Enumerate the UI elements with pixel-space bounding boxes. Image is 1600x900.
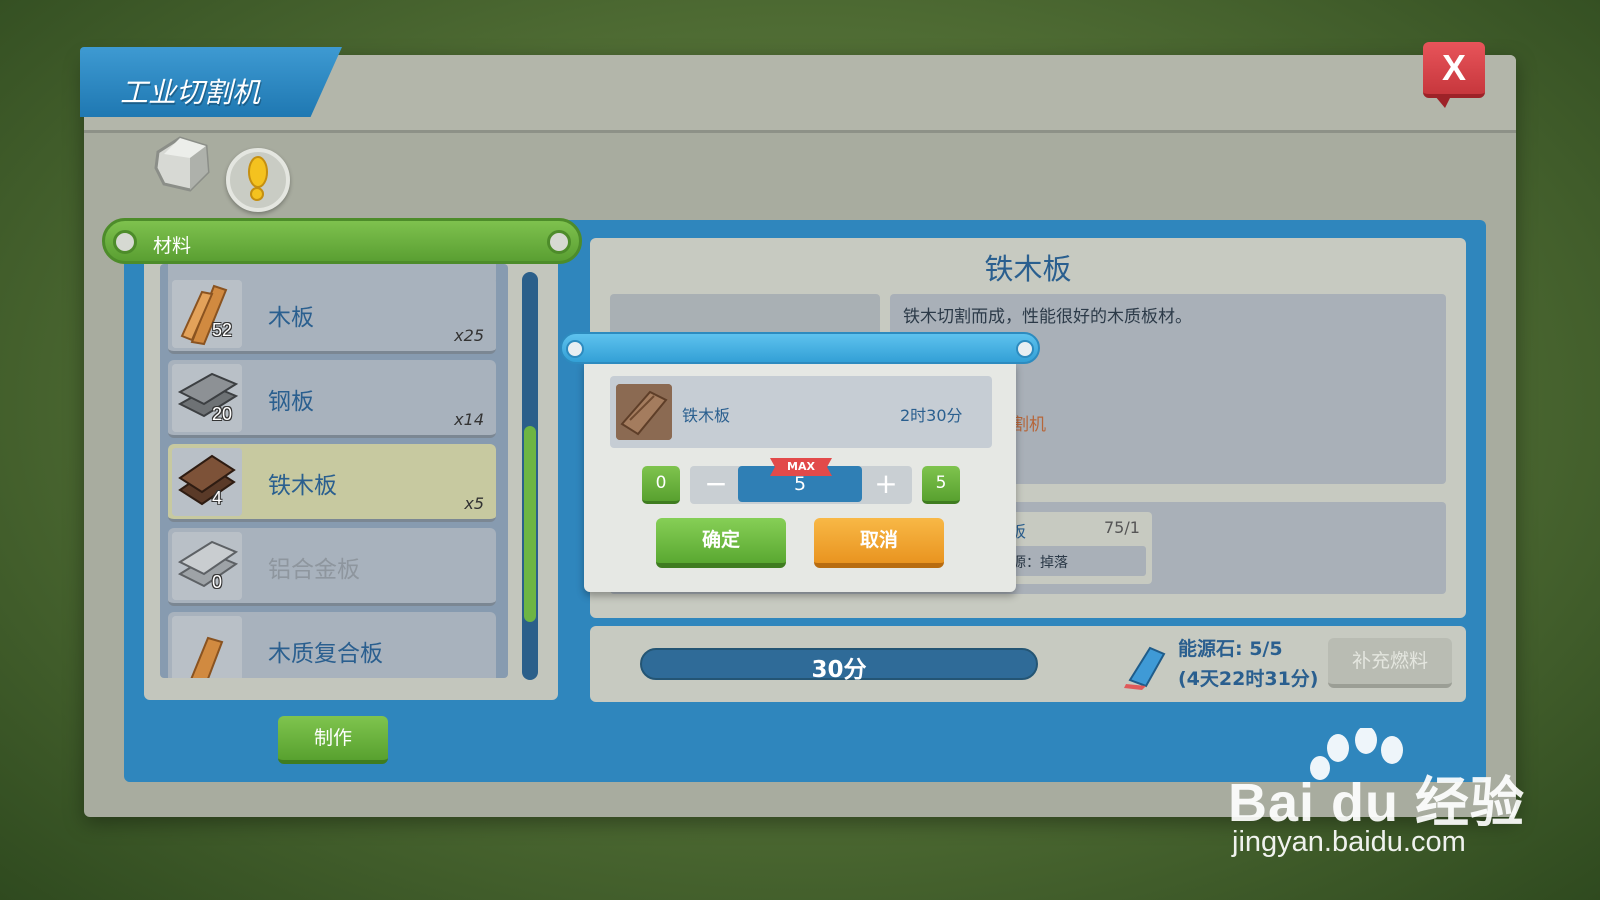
watermark-url: jingyan.baidu.com xyxy=(1232,826,1466,858)
progress-label: 30分 xyxy=(811,657,867,683)
material-name: 铝合金板 xyxy=(268,557,360,583)
requirement-count: 75/1 xyxy=(1104,518,1140,537)
material-name: 木质复合板 xyxy=(268,641,383,667)
materials-header: 材料 xyxy=(102,218,582,264)
item-title: 铁木板 xyxy=(984,252,1072,286)
ironwood-board-icon xyxy=(616,384,672,440)
stone-icon[interactable] xyxy=(150,132,214,196)
max-badge: MAX xyxy=(770,458,832,476)
dialog-header xyxy=(560,332,1040,364)
energy-status: 能源石: 5/5 (4天22时31分) xyxy=(1178,634,1318,694)
aluminum-plate-icon xyxy=(172,532,242,600)
header-dot-right xyxy=(547,230,571,254)
make-button[interactable]: 制作 xyxy=(278,716,388,764)
inventory-count: 20 xyxy=(212,404,233,424)
materials-list[interactable]: 52 木板 x25 20 钢板 x14 4 铁木板 x5 0 铝合金板 木质复合… xyxy=(160,264,508,678)
material-name: 木板 xyxy=(268,305,314,331)
inventory-count: 52 xyxy=(212,320,233,340)
inventory-count: 4 xyxy=(212,488,223,508)
wood-composite-icon xyxy=(172,616,242,678)
craftable-qty: x5 xyxy=(464,494,484,513)
qty-max-button[interactable]: 5 xyxy=(922,466,960,504)
close-button[interactable]: X xyxy=(1423,42,1485,108)
ironwood-board-icon xyxy=(172,448,242,516)
info-icon[interactable] xyxy=(226,148,290,212)
energy-timer: (4天22时31分) xyxy=(1178,668,1319,690)
material-item-wood-board[interactable]: 52 木板 x25 xyxy=(168,276,496,354)
energy-count: 能源石: 5/5 xyxy=(1178,638,1283,660)
item-description: 铁木切割而成，性能很好的木质板材。 xyxy=(903,307,1192,327)
material-item-steel-plate[interactable]: 20 钢板 x14 xyxy=(168,360,496,438)
item-description-extra: 割机 xyxy=(1012,415,1046,435)
dialog-craft-time: 2时30分 xyxy=(900,406,963,425)
refuel-button[interactable]: 补充燃料 xyxy=(1328,638,1452,688)
materials-header-label: 材料 xyxy=(153,235,192,257)
cancel-button[interactable]: 取消 xyxy=(814,518,944,568)
material-name: 铁木板 xyxy=(268,473,337,499)
material-item-ironwood-board[interactable]: 4 铁木板 x5 xyxy=(168,444,496,522)
scrollbar-thumb[interactable] xyxy=(524,426,536,622)
decrease-button[interactable]: − xyxy=(696,466,736,504)
craftable-qty: x25 xyxy=(454,326,484,345)
inventory-count: 0 xyxy=(212,572,223,592)
header-dot-left xyxy=(113,230,137,254)
dialog-item-name: 铁木板 xyxy=(682,406,731,425)
increase-button[interactable]: + xyxy=(866,466,906,504)
material-name: 钢板 xyxy=(268,389,314,415)
material-item-wood-composite[interactable]: 木质复合板 xyxy=(168,612,496,678)
craftable-qty: x14 xyxy=(454,410,484,429)
dialog-dot-right xyxy=(1016,340,1034,358)
material-item-aluminum-plate[interactable]: 0 铝合金板 xyxy=(168,528,496,606)
dialog-dot-left xyxy=(566,340,584,358)
energy-stone-icon xyxy=(1124,646,1166,690)
materials-scrollbar[interactable] xyxy=(522,272,538,680)
requirement-source: 源：掉落 xyxy=(1012,555,1068,571)
qty-min-button[interactable]: 0 xyxy=(642,466,680,504)
confirm-button[interactable]: 确定 xyxy=(656,518,786,568)
window-title: 工业切割机 xyxy=(120,76,261,109)
